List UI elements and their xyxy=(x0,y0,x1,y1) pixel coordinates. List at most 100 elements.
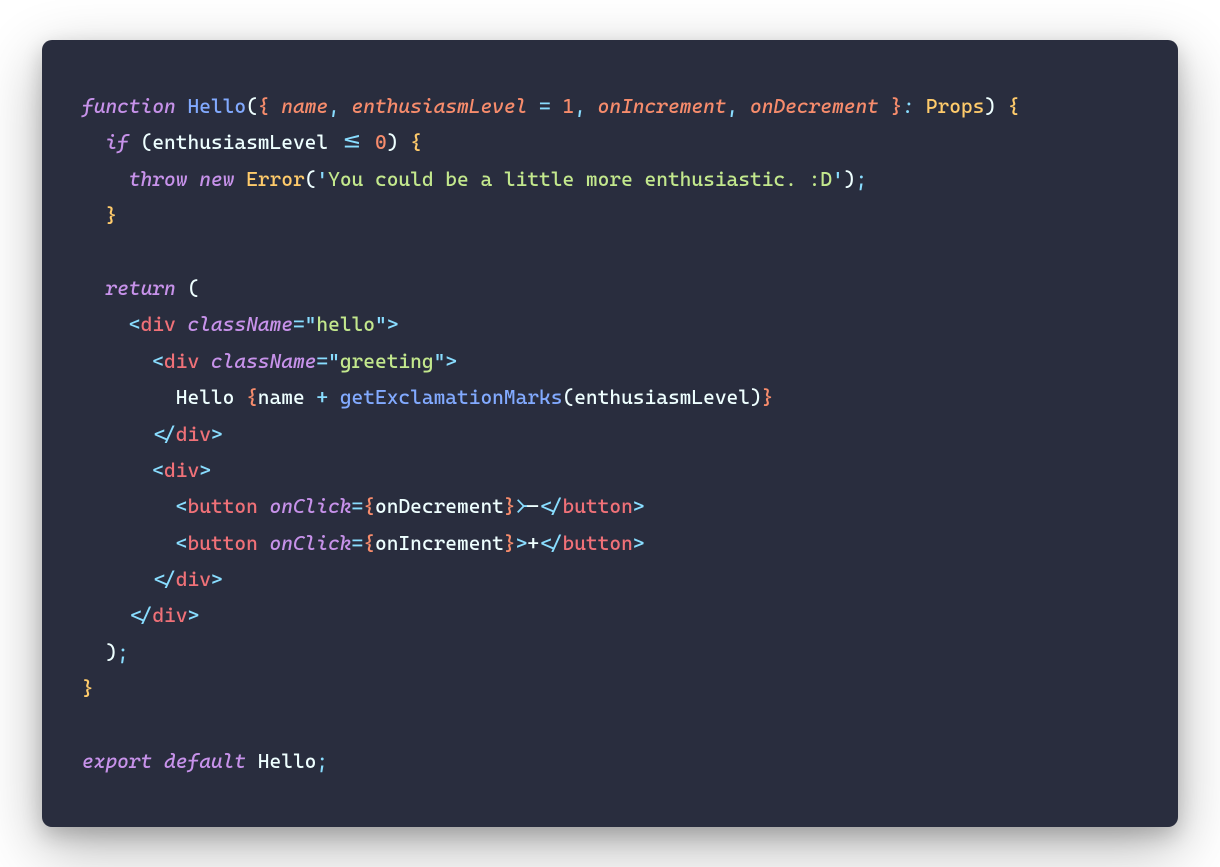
param-enthusiasm: enthusiasmLevel xyxy=(352,94,528,118)
type-props: Props xyxy=(926,94,985,118)
param-onincrement: onIncrement xyxy=(598,94,727,118)
comma: , xyxy=(727,94,739,118)
jsx-expr-open: { xyxy=(363,531,375,555)
jsx-angle: </ xyxy=(129,603,152,627)
operator-plus: + xyxy=(316,385,328,409)
jsx-angle: > xyxy=(387,312,399,336)
jsx-angle: < xyxy=(176,531,188,555)
jsx-tag-div: div xyxy=(152,603,187,627)
jsx-text-minus: - xyxy=(527,494,539,518)
class-error: Error xyxy=(246,167,305,191)
code-block: function Hello({ name, enthusiasmLevel =… xyxy=(82,88,1138,779)
jsx-angle: > xyxy=(445,349,457,373)
function-call: getExclamationMarks xyxy=(340,385,563,409)
jsx-text-hello: Hello xyxy=(176,385,246,409)
jsx-tag-div: div xyxy=(176,567,211,591)
semicolon: ; xyxy=(855,167,867,191)
default-value: 1 xyxy=(562,94,574,118)
jsx-equals: = xyxy=(352,494,364,518)
jsx-tag-button: button xyxy=(562,531,632,555)
jsx-angle: > xyxy=(516,494,528,518)
identifier: enthusiasmLevel xyxy=(574,385,750,409)
jsx-attr-classname: className xyxy=(211,349,316,373)
string-quote: ' xyxy=(316,167,328,191)
jsx-text-plus: + xyxy=(527,531,539,555)
keyword-return: return xyxy=(105,276,175,300)
block-open: { xyxy=(410,130,422,154)
paren-open: ( xyxy=(246,94,258,118)
param-ondecrement: onDecrement xyxy=(750,94,879,118)
paren-close: ) xyxy=(750,385,762,409)
paren-open: ( xyxy=(305,167,317,191)
paren-close: ) xyxy=(984,94,996,118)
jsx-angle: < xyxy=(152,458,164,482)
jsx-tag-button: button xyxy=(187,494,257,518)
jsx-angle: > xyxy=(187,603,199,627)
jsx-tag-button: button xyxy=(187,531,257,555)
jsx-angle: </ xyxy=(539,494,562,518)
jsx-angle: < xyxy=(176,494,188,518)
string-quote: ' xyxy=(832,167,844,191)
string-hello: hello xyxy=(316,312,375,336)
jsx-angle: > xyxy=(633,531,645,555)
body-open: { xyxy=(1008,94,1020,118)
jsx-angle: </ xyxy=(152,422,175,446)
comma: , xyxy=(574,94,586,118)
jsx-attr-onclick: onClick xyxy=(270,494,352,518)
destructure-open: { xyxy=(258,94,270,118)
jsx-angle: > xyxy=(211,567,223,591)
jsx-expr-open: { xyxy=(363,494,375,518)
jsx-angle: < xyxy=(152,349,164,373)
semicolon: ; xyxy=(316,749,328,773)
comma: , xyxy=(328,94,340,118)
string-message: You could be a little more enthusiastic.… xyxy=(328,167,832,191)
identifier: onIncrement xyxy=(375,531,504,555)
jsx-tag-div: div xyxy=(164,458,199,482)
body-close: } xyxy=(82,676,94,700)
identifier: enthusiasmLevel xyxy=(152,130,328,154)
block-close: } xyxy=(105,203,117,227)
jsx-tag-button: button xyxy=(562,494,632,518)
paren-close: ) xyxy=(387,130,399,154)
string-quote: " xyxy=(305,312,317,336)
paren-open: ( xyxy=(141,130,153,154)
jsx-equals: = xyxy=(293,312,305,336)
jsx-angle: < xyxy=(129,312,141,336)
identifier: onDecrement xyxy=(375,494,504,518)
jsx-expr-close: } xyxy=(762,385,774,409)
operator-lte: <= xyxy=(340,130,363,154)
keyword-new: new xyxy=(199,167,234,191)
type-colon: : xyxy=(902,94,914,118)
jsx-equals: = xyxy=(316,349,328,373)
jsx-angle: > xyxy=(211,422,223,446)
jsx-expr-close: } xyxy=(504,494,516,518)
keyword-throw: throw xyxy=(129,167,188,191)
semicolon: ; xyxy=(117,640,129,664)
keyword-if: if xyxy=(105,130,128,154)
function-name: Hello xyxy=(187,94,246,118)
string-quote: " xyxy=(375,312,387,336)
paren-close: ) xyxy=(844,167,856,191)
jsx-angle: > xyxy=(633,494,645,518)
paren-open: ( xyxy=(562,385,574,409)
param-name: name xyxy=(281,94,328,118)
string-quote: " xyxy=(328,349,340,373)
jsx-angle: > xyxy=(199,458,211,482)
string-quote: " xyxy=(434,349,446,373)
keyword-function: function xyxy=(82,94,176,118)
keyword-default: default xyxy=(164,749,246,773)
jsx-equals: = xyxy=(352,531,364,555)
paren-close: ) xyxy=(105,640,117,664)
string-greeting: greeting xyxy=(340,349,434,373)
jsx-tag-div: div xyxy=(141,312,176,336)
paren-open: ( xyxy=(187,276,199,300)
jsx-tag-div: div xyxy=(176,422,211,446)
export-identifier: Hello xyxy=(258,749,317,773)
equals: = xyxy=(539,94,551,118)
jsx-expr-close: } xyxy=(504,531,516,555)
keyword-export: export xyxy=(82,749,152,773)
jsx-angle: </ xyxy=(539,531,562,555)
destructure-close: } xyxy=(891,94,903,118)
jsx-expr-open: { xyxy=(246,385,258,409)
identifier-name: name xyxy=(258,385,305,409)
